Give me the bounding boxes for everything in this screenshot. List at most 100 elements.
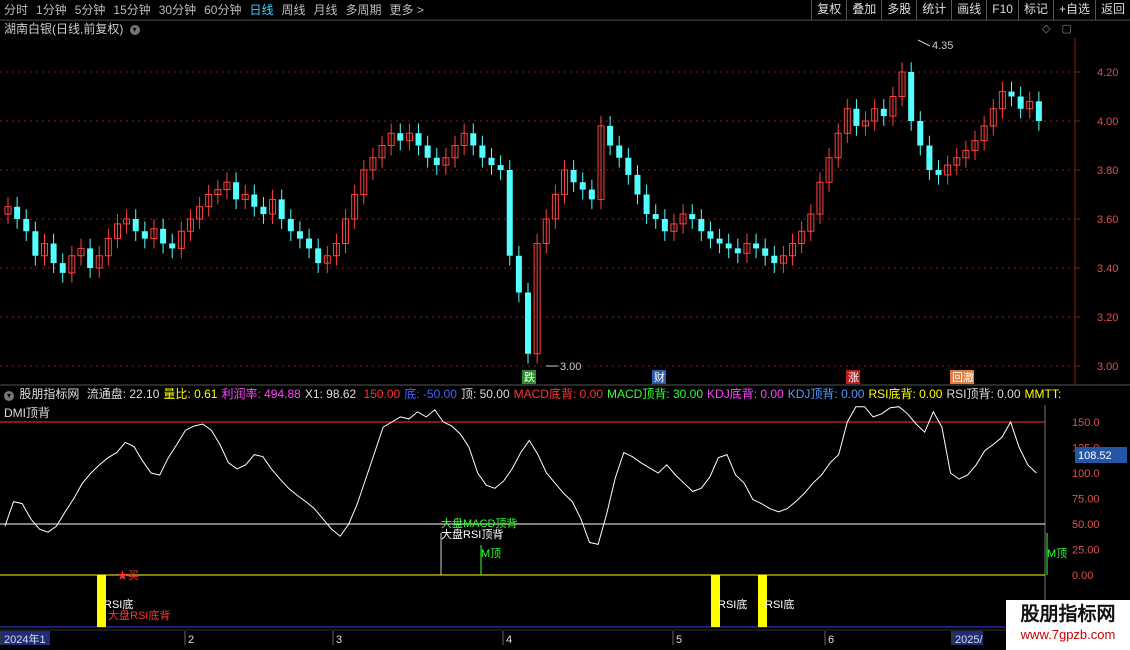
- candle-body: [87, 248, 94, 268]
- rsi-bottom-label: RSI底: [765, 597, 794, 611]
- candle-body: [698, 219, 705, 232]
- date-label: 2024年1: [4, 632, 46, 646]
- indicator-name: 股朋指标网: [19, 387, 80, 401]
- date-label: 6: [828, 634, 834, 646]
- watermark-title: 股朋指标网: [1020, 604, 1116, 625]
- candle-body: [315, 248, 322, 264]
- chevron-down-icon[interactable]: ▾: [4, 391, 14, 401]
- candle-body: [908, 72, 915, 121]
- candle-body: [734, 248, 741, 254]
- candle-body: [570, 170, 577, 183]
- market-rsi-top-label: 大盘RSI顶背: [441, 527, 503, 541]
- price-tick-label: 3.20: [1097, 312, 1118, 324]
- indicator-field: 量比: 0.61: [163, 387, 218, 401]
- candle-body: [424, 145, 431, 158]
- indicator-field: RSI底背: 0.00: [868, 387, 943, 401]
- rsi-bottom-label: RSI底: [718, 597, 747, 611]
- indicator-field: X1: 98.62: [304, 387, 357, 401]
- indicator-field: KDJ顶背: 0.00: [787, 387, 865, 401]
- candle-body: [306, 238, 313, 249]
- indicator-field: 顶: 50.00: [460, 387, 510, 401]
- indicator-tick-label: 150.0: [1072, 417, 1100, 429]
- event-label: 涨: [848, 371, 859, 384]
- rsi-bottom-label: RSI底: [104, 597, 133, 611]
- indicator-tick-label: 0.00: [1072, 570, 1093, 582]
- market-macd-top-label: 大盘MACD顶背: [441, 516, 517, 530]
- candle-body: [917, 121, 924, 146]
- date-label: 2025/: [955, 634, 983, 646]
- kline-chart[interactable]: 4.20 4.00 3.80 3.60 3.40 3.20 3.00 4.35 3.00 跌 财 涨 回…: [0, 0, 1130, 650]
- candle-body: [853, 108, 860, 126]
- indicator-field: KDJ底背: 0.00: [707, 387, 784, 401]
- indicator-field: 底: -50.00: [404, 387, 457, 401]
- candle-body: [1008, 91, 1015, 97]
- indicator-second-line: DMI顶背: [4, 406, 50, 420]
- price-tick-label: 4.20: [1097, 67, 1118, 79]
- price-tick-label: 3.00: [1097, 361, 1118, 373]
- candle-body: [32, 231, 39, 256]
- candle-body: [160, 228, 167, 244]
- candle-body: [278, 199, 285, 219]
- candle-body: [488, 157, 495, 166]
- candle-body: [525, 292, 531, 354]
- candle-body: [625, 157, 632, 175]
- candle-body: [579, 182, 586, 190]
- price-tick-label: 3.80: [1097, 165, 1118, 177]
- current-value: 108.52: [1078, 450, 1112, 462]
- candle-body: [132, 219, 139, 232]
- candle-body: [926, 145, 933, 170]
- date-label: 2: [188, 634, 194, 646]
- indicator-field: 流通盘: 22.10: [86, 387, 160, 401]
- buy-signal: ★买: [117, 569, 139, 582]
- m-top-label: M顶: [481, 547, 501, 560]
- candle-body: [23, 219, 30, 232]
- high-marker-line: [917, 39, 931, 47]
- indicator-field: 利润率: 494.88: [221, 387, 301, 401]
- candle-body: [935, 170, 942, 175]
- candle-body: [251, 194, 258, 207]
- date-label: 4: [506, 634, 512, 646]
- indicator-field: 150.00: [360, 387, 401, 401]
- candle-body: [753, 243, 760, 249]
- high-label: 4.35: [932, 40, 953, 52]
- indicator-field: MMTT:: [1024, 387, 1062, 401]
- candle-body: [607, 125, 614, 146]
- indicator-field: MACD顶背: 30.00: [607, 387, 704, 401]
- indicator-tick-label: 100.0: [1072, 468, 1100, 480]
- event-label: 跌: [524, 370, 535, 384]
- indicator-field: MACD底背: 0.00: [513, 387, 603, 401]
- candle-body: [260, 206, 267, 215]
- candle-body: [725, 243, 732, 249]
- candle-body: [415, 133, 422, 146]
- candle-body: [588, 189, 595, 200]
- event-label: 财: [654, 370, 665, 384]
- candle-body: [14, 206, 21, 219]
- price-tick-label: 3.60: [1097, 214, 1118, 226]
- candle-body: [59, 263, 66, 273]
- candle-body: [433, 157, 440, 166]
- indicator-tick-label: 50.00: [1072, 519, 1100, 531]
- date-label: 3: [336, 634, 342, 646]
- candle-body: [169, 243, 176, 249]
- indicator-tick-label: 25.00: [1072, 545, 1100, 557]
- candle-body: [50, 243, 57, 264]
- candle-body: [689, 214, 696, 219]
- indicator-field: RSI顶背: 0.00: [946, 387, 1021, 401]
- market-rsi-bottom-label: 大盘RSI底背: [108, 608, 170, 622]
- candle-body: [479, 145, 486, 158]
- candle-body: [652, 214, 659, 219]
- candle-body: [497, 165, 504, 170]
- watermark: 股朋指标网 www.7gpzb.com: [1006, 600, 1130, 650]
- candle-body: [233, 182, 240, 200]
- low-label: 3.00: [560, 361, 581, 373]
- candle-body: [880, 108, 887, 117]
- price-tick-label: 3.40: [1097, 263, 1118, 275]
- candle-body: [506, 170, 513, 256]
- candle-body: [397, 133, 404, 141]
- candle-body: [707, 231, 714, 239]
- candle-body: [515, 255, 522, 293]
- candle-body: [141, 231, 148, 239]
- candle-body: [616, 145, 623, 158]
- candle-body: [661, 219, 668, 232]
- date-label: 5: [676, 634, 682, 646]
